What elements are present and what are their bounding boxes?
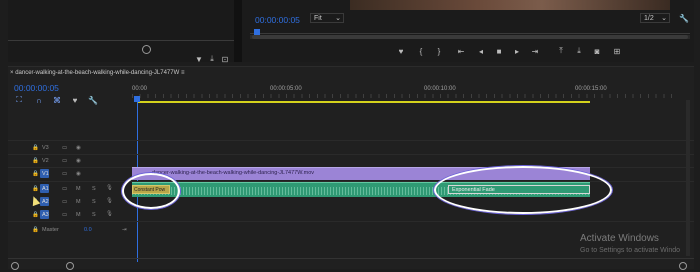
- lock-icon[interactable]: 🔒: [32, 227, 39, 233]
- chevron-down-icon: ⌄: [335, 15, 341, 22]
- fit-label: Fit: [314, 15, 322, 22]
- close-icon[interactable]: ×: [10, 70, 14, 76]
- panel-divider[interactable]: [234, 0, 242, 62]
- solo-button[interactable]: S: [92, 212, 96, 218]
- ruler-label-15: 00:00:15:00: [575, 86, 607, 92]
- resolution-dropdown[interactable]: 1/2 ⌄: [640, 13, 670, 23]
- mute-button[interactable]: M: [76, 186, 81, 192]
- track-separator: [8, 140, 694, 141]
- microphone-icon[interactable]: 🎙: [106, 198, 113, 204]
- lock-icon[interactable]: 🔒: [32, 145, 39, 151]
- go-to-out-icon[interactable]: ⇥: [530, 46, 540, 56]
- track-name-v2: V2: [42, 158, 49, 164]
- sync-icon[interactable]: ▭: [62, 158, 67, 164]
- stop-icon[interactable]: ■: [494, 46, 504, 56]
- timeline-timecode[interactable]: 00:00:00:05: [14, 83, 59, 93]
- source-scroll-handle[interactable]: [142, 45, 151, 54]
- program-scrub-bar[interactable]: [250, 33, 690, 34]
- extract-icon[interactable]: ⤓: [574, 46, 584, 56]
- step-forward-icon[interactable]: ▸: [512, 46, 522, 56]
- chevron-down-icon: ⌄: [661, 15, 667, 22]
- track-name-a3: A3: [42, 212, 49, 218]
- sync-icon[interactable]: ▭: [62, 145, 67, 151]
- track-name-a2: A2: [42, 199, 49, 205]
- master-label: Master: [42, 227, 59, 233]
- microphone-icon[interactable]: 🎙: [106, 185, 113, 191]
- sequence-tab[interactable]: × dancer-walking-at-the-beach-walking-wh…: [10, 70, 184, 76]
- fit-dropdown[interactable]: Fit ⌄: [310, 13, 344, 23]
- scroll-end-handle[interactable]: [66, 262, 74, 270]
- track-header-a3: 🔒 A3 ▭ M S 🎙: [14, 209, 134, 221]
- go-to-in-icon[interactable]: ⇤: [456, 46, 466, 56]
- add-marker-icon[interactable]: ♥: [70, 95, 80, 105]
- export-frame-icon[interactable]: ⤓: [207, 54, 217, 64]
- settings-wrench-icon[interactable]: 🔧: [679, 13, 689, 23]
- highlight-circle: [122, 173, 180, 209]
- mute-button[interactable]: M: [76, 212, 81, 218]
- go-to-end-icon[interactable]: ⇥: [122, 227, 127, 233]
- ruler-ticks[interactable]: [132, 94, 672, 98]
- track-header-a1: 🔒 A1 ▭ M S 🎙: [14, 183, 134, 195]
- master-volume[interactable]: 0.0: [84, 227, 92, 233]
- source-scrub-track[interactable]: [8, 40, 234, 41]
- button-editor-icon[interactable]: ⊞: [612, 46, 622, 56]
- track-name-a1: A1: [42, 186, 49, 192]
- filter-icon[interactable]: ▼: [194, 54, 204, 64]
- activate-windows-title: Activate Windows: [580, 233, 659, 244]
- lock-icon[interactable]: 🔒: [32, 186, 39, 192]
- sync-icon[interactable]: ▭: [62, 186, 67, 192]
- resolution-label: 1/2: [644, 15, 654, 22]
- eye-icon[interactable]: ◉: [76, 171, 81, 177]
- track-name-v1: V1: [42, 171, 49, 177]
- timeline-scrollbar-track[interactable]: [8, 258, 694, 259]
- lift-icon[interactable]: ⤒: [556, 46, 566, 56]
- program-video-frame: [350, 0, 670, 10]
- ruler-label-10: 00:00:10:00: [424, 86, 456, 92]
- eye-icon[interactable]: ◉: [76, 145, 81, 151]
- mark-in-icon[interactable]: {: [416, 46, 426, 56]
- microphone-icon[interactable]: 🎙: [106, 211, 113, 217]
- track-header-v1: 🔒 V1 ▭ ◉: [14, 168, 134, 180]
- camera-icon[interactable]: ◙: [592, 46, 602, 56]
- lock-icon[interactable]: 🔒: [32, 158, 39, 164]
- sequence-name: dancer-walking-at-the-beach-walking-whil…: [15, 70, 180, 76]
- lock-icon[interactable]: 🔒: [32, 212, 39, 218]
- vertical-scrollbar[interactable]: [686, 100, 690, 256]
- wrench-icon[interactable]: 🔧: [88, 95, 98, 105]
- nest-icon[interactable]: ⛶: [14, 95, 24, 105]
- sync-icon[interactable]: ▭: [62, 199, 67, 205]
- solo-button[interactable]: S: [92, 199, 96, 205]
- snap-magnet-icon[interactable]: ∩: [34, 95, 44, 105]
- linked-selection-icon[interactable]: ⌘: [52, 95, 62, 105]
- activate-windows-subtitle: Go to Settings to activate Windo: [580, 247, 680, 254]
- track-name-v3: V3: [42, 145, 49, 151]
- scroll-start-handle[interactable]: [11, 262, 19, 270]
- sync-icon[interactable]: ▭: [62, 171, 67, 177]
- sync-icon[interactable]: ▭: [62, 212, 67, 218]
- zoom-range[interactable]: [252, 35, 688, 39]
- insert-icon[interactable]: ⊡: [220, 54, 230, 64]
- eye-icon[interactable]: ◉: [76, 158, 81, 164]
- program-timecode[interactable]: 00:00:00:05: [255, 15, 300, 25]
- lock-icon[interactable]: 🔒: [32, 171, 39, 177]
- track-header-v2: 🔒 V2 ▭ ◉: [14, 155, 134, 167]
- solo-button[interactable]: S: [92, 186, 96, 192]
- ruler-label-0: 00:00: [132, 86, 148, 92]
- work-area-bar[interactable]: [138, 101, 590, 103]
- mute-button[interactable]: M: [76, 199, 81, 205]
- menu-icon[interactable]: ≡: [181, 70, 185, 76]
- mark-out-icon[interactable]: }: [434, 46, 444, 56]
- track-separator: [8, 221, 694, 222]
- highlight-circle: [434, 166, 612, 214]
- track-header-v3: 🔒 V3 ▭ ◉: [14, 142, 134, 154]
- program-zoom-bar[interactable]: [250, 35, 690, 39]
- ruler-label-5: 00:00:05:00: [270, 86, 302, 92]
- add-marker-icon[interactable]: ♥: [396, 46, 406, 56]
- video-clip-name: dancer-walking-at-the-beach-walking-whil…: [152, 170, 315, 176]
- scroll-end-handle[interactable]: [679, 262, 687, 270]
- source-monitor-panel: ▼ ⤓ ⊡: [8, 0, 234, 64]
- track-header-master: 🔒 Master 0.0 ⇥: [14, 224, 134, 236]
- step-back-icon[interactable]: ◂: [476, 46, 486, 56]
